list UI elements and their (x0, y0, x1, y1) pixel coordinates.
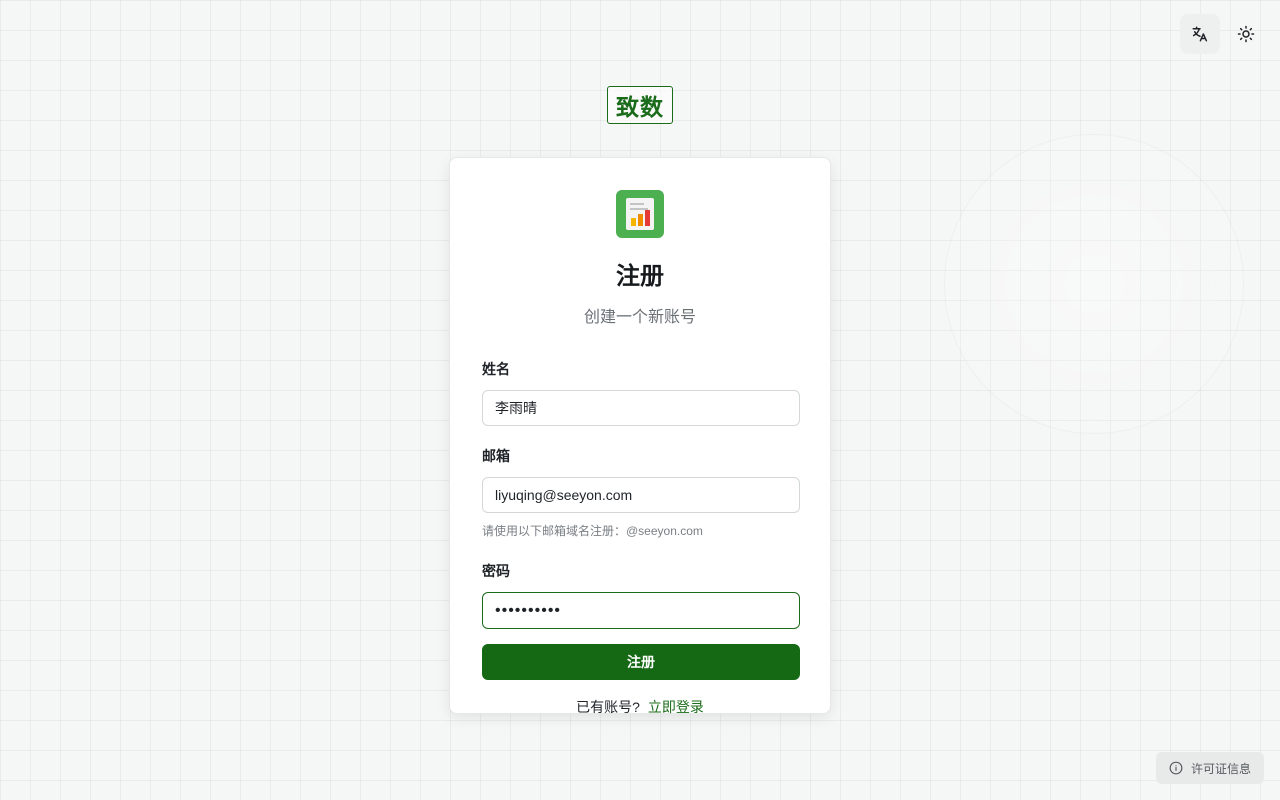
email-field-group: 邮箱 liyuqing@seeyon.com 请使用以下邮箱域名注册：@seey… (482, 446, 800, 539)
password-input[interactable]: •••••••••• (482, 592, 800, 629)
email-input[interactable]: liyuqing@seeyon.com (482, 477, 800, 513)
login-link[interactable]: 立即登录 (648, 699, 704, 715)
password-label: 密码 (482, 563, 510, 579)
theme-toggle-button[interactable] (1226, 14, 1266, 54)
brand-logo: 致数 (607, 86, 673, 124)
page-subtitle: 创建一个新账号 (583, 309, 696, 326)
register-button[interactable]: 注册 (482, 644, 800, 680)
password-field-group: 密码 •••••••••• (482, 561, 800, 629)
spreadsheet-chart-icon (616, 190, 664, 238)
translate-icon (1192, 26, 1208, 42)
top-actions (1180, 14, 1266, 54)
page-title: 注册 (616, 263, 664, 290)
language-button[interactable] (1180, 14, 1220, 54)
name-field-group: 姓名 李雨晴 (482, 359, 800, 426)
login-prompt: 已有账号? 立即登录 (482, 697, 798, 717)
name-label: 姓名 (482, 361, 510, 377)
license-info-button[interactable]: 许可证信息 (1156, 752, 1264, 784)
sun-icon (1237, 25, 1255, 43)
register-card: 注册 创建一个新账号 姓名 李雨晴 邮箱 liyuqing@seeyon.com… (449, 157, 831, 717)
info-icon (1169, 761, 1183, 775)
email-label: 邮箱 (482, 448, 510, 464)
background-decoration (944, 134, 1244, 434)
license-label: 许可证信息 (1190, 761, 1251, 776)
have-account-text: 已有账号? (576, 699, 640, 715)
email-domain-hint: 请使用以下邮箱域名注册：@seeyon.com (482, 524, 703, 538)
name-input[interactable]: 李雨晴 (482, 390, 800, 426)
